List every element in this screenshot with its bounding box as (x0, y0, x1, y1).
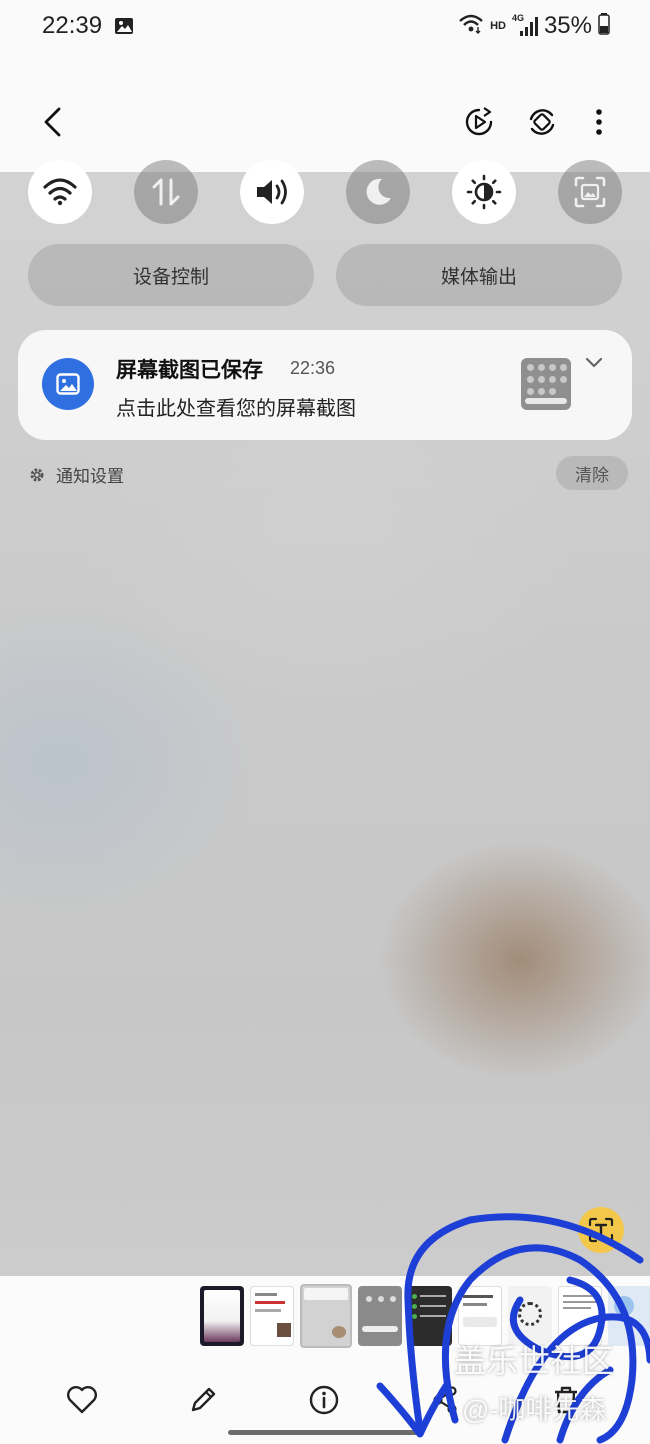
more-options-icon (596, 109, 602, 135)
clear-button[interactable]: 清除 (556, 456, 628, 490)
back-arrow-icon (44, 107, 61, 137)
rotate-button[interactable] (520, 92, 564, 152)
gallery-status-icon (114, 16, 134, 41)
filmstrip-thumb[interactable] (608, 1286, 650, 1346)
dark-mode-icon (366, 178, 391, 205)
viewer-header (0, 92, 650, 152)
favorite-button[interactable] (58, 1376, 106, 1424)
top-bar: 22:39 HD 4G 35% (0, 0, 650, 172)
info-icon (309, 1385, 339, 1415)
media-output-button[interactable]: 媒体输出 (336, 244, 622, 306)
brightness-toggle[interactable] (452, 160, 516, 224)
expand-chevron-icon[interactable] (584, 356, 604, 375)
device-control-button[interactable]: 设备控制 (28, 244, 314, 306)
edit-button[interactable] (179, 1376, 227, 1424)
share-icon (433, 1386, 457, 1414)
gallery-app-icon (42, 358, 94, 410)
watermark-community: 盖乐世社区 (454, 1343, 615, 1379)
favorite-icon (67, 1386, 97, 1414)
motion-photo-button[interactable] (457, 92, 501, 152)
status-right-cluster: HD 4G 35% (458, 12, 610, 40)
signal-icon: 4G (512, 13, 538, 37)
filmstrip-thumb[interactable] (408, 1286, 452, 1346)
hd-label: HD (490, 20, 506, 32)
more-options-button[interactable] (577, 92, 621, 152)
notification-time: 22:36 (290, 358, 336, 378)
screenshot-icon (574, 176, 606, 208)
mobile-data-icon (152, 178, 180, 206)
filmstrip-thumb[interactable] (250, 1286, 294, 1346)
watermark-author: @-咖啡先森 (462, 1395, 607, 1425)
battery-percent: 35% (543, 12, 592, 39)
text-recognition-button[interactable] (578, 1207, 624, 1253)
text-scan-icon (588, 1217, 614, 1243)
filmstrip-thumb-current[interactable] (300, 1284, 352, 1348)
notification-body: 点击此处查看您的屏幕截图 (116, 398, 356, 420)
home-indicator[interactable] (228, 1430, 424, 1435)
filmstrip-thumb[interactable] (200, 1286, 244, 1346)
mobile-data-toggle[interactable] (134, 160, 198, 224)
screenshot-toggle[interactable] (558, 160, 622, 224)
quick-panel-buttons: 设备控制 媒体输出 (28, 244, 622, 306)
wifi-status-icon (458, 13, 484, 40)
status-time: 22:39 (42, 12, 103, 39)
details-button[interactable] (300, 1376, 348, 1424)
wifi-toggle[interactable] (28, 160, 92, 224)
sound-toggle[interactable] (240, 160, 304, 224)
edit-icon (191, 1387, 216, 1412)
gear-icon (30, 468, 44, 481)
status-bar: 22:39 HD 4G 35% (0, 0, 650, 56)
back-button[interactable] (30, 92, 74, 152)
notification-settings-link[interactable]: 通知设置 (28, 462, 124, 487)
battery-icon (598, 12, 610, 40)
rotate-icon (529, 109, 555, 135)
notification-thumbnail (521, 358, 571, 410)
screenshot-notification[interactable]: 屏幕截图已保存 22:36 点击此处查看您的屏幕截图 (18, 330, 632, 440)
notification-settings-label: 通知设置 (56, 467, 124, 486)
notification-title: 屏幕截图已保存 (116, 359, 263, 382)
dark-mode-toggle[interactable] (346, 160, 410, 224)
brightness-icon (466, 174, 502, 210)
wifi-icon (43, 178, 77, 206)
motion-photo-icon (465, 107, 493, 136)
sound-icon (257, 179, 287, 205)
filmstrip-thumb[interactable] (358, 1286, 402, 1346)
quick-settings-row (28, 160, 622, 224)
